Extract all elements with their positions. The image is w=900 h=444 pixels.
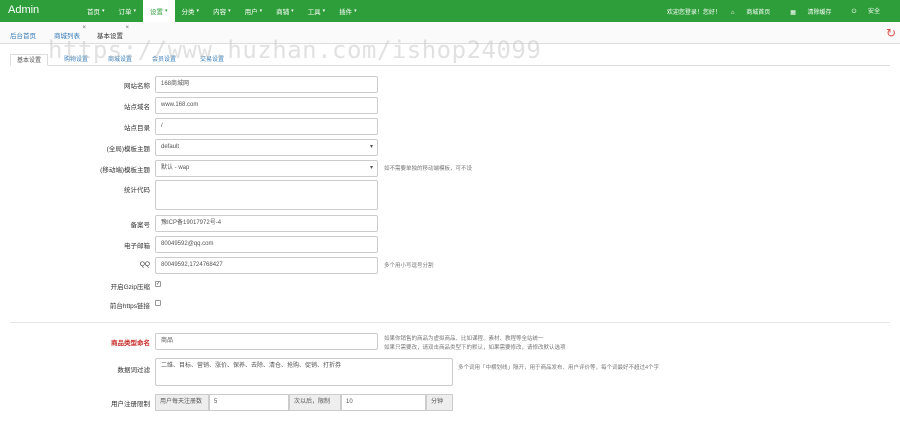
chevron-down-icon: ▾ — [259, 8, 263, 14]
subtab-basic[interactable]: 基本设置 — [10, 54, 49, 66]
register-limit-suffix: 分钟 — [426, 394, 453, 411]
top-right-links: 欢迎您登录！您好！ ⌂ 商城首页 ▦ 清除缓存 ⏻ 安全 — [667, 0, 900, 22]
menu-item-tools[interactable]: 工具 ▾ — [301, 0, 333, 22]
home-icon: ⌂ — [730, 9, 737, 16]
https-checkbox[interactable] — [155, 300, 161, 306]
watermark-text: https://www.huzhan.com/ishop24099 — [48, 36, 542, 64]
refresh-icon[interactable]: ↻ — [886, 26, 896, 40]
domain-label: 站点域名 — [124, 104, 150, 111]
filter-hint: 多个词用「中横划线」隔开，用于商品发布、用户评价等，每个词最好不超过4个字 — [458, 365, 660, 371]
gzip-label: 开启Gzip压缩 — [110, 284, 150, 291]
chevron-down-icon: ▾ — [369, 144, 373, 150]
brand-logo[interactable]: Admin — [8, 4, 39, 16]
chevron-down-icon: ▾ — [102, 8, 105, 14]
mobile-template-label: (移动端)模板主题 — [100, 167, 150, 174]
chevron-down-icon: ▾ — [322, 8, 326, 14]
icp-input[interactable]: 豫ICP备19017972号-4 — [155, 215, 378, 232]
trash-icon: ▦ — [790, 9, 798, 16]
chevron-down-icon: ▾ — [133, 8, 137, 14]
filter-label: 数据词过滤 — [117, 367, 151, 374]
pc-template-label: (全局)模板主题 — [106, 146, 150, 153]
store-home-link[interactable]: ⌂ 商城首页 — [731, 7, 780, 16]
tab-dashboard[interactable]: 后台首页 — [10, 30, 36, 40]
root-dir-input[interactable]: / — [155, 118, 378, 135]
top-navbar: Admin 首页 ▾ 订单 ▾ 设置 ▾ 分类 ▾ 内容 ▾ 用户 ▾ 商铺 ▾ 工具 ▾ 插件… — [0, 0, 900, 22]
email-input[interactable]: 80049592@qq.com — [155, 236, 378, 253]
menu-item-orders[interactable]: 订单 ▾ — [112, 0, 144, 22]
stat-code-label: 统计代码 — [124, 187, 150, 194]
close-icon[interactable]: × — [125, 25, 129, 31]
goods-type-hint-2: 如果只需要改，请双击商品类型下的默认，如果需要修改，请修改默认选项 — [384, 345, 566, 351]
register-limit-middle: 次以后，限制 — [289, 394, 341, 411]
menu-item-settings[interactable]: 设置 ▾ — [143, 0, 175, 22]
menu-item-content[interactable]: 内容 ▾ — [206, 0, 238, 22]
menu-item-users[interactable]: 用户 ▾ — [238, 0, 270, 22]
https-label: 前台https链接 — [109, 303, 150, 310]
power-icon: ⏻ — [851, 9, 858, 15]
goods-type-hint-1: 如果你销售的商品为虚拟商品、比如课程、素材、教程等全站统一 — [384, 336, 544, 342]
goods-type-input[interactable]: 商品 — [155, 333, 378, 350]
gzip-checkbox[interactable]: ✓ — [155, 281, 161, 287]
register-limit-prefix: 用户每天注册数 — [155, 394, 209, 411]
goods-type-label: 商品类型命名 — [111, 340, 150, 347]
register-count-input[interactable]: 5 — [209, 394, 289, 411]
close-icon[interactable]: × — [82, 25, 86, 31]
chevron-down-icon: ▾ — [354, 8, 357, 14]
domain-input[interactable]: www.168.com — [155, 97, 378, 114]
menu-item-category[interactable]: 分类 ▾ — [175, 0, 207, 22]
qq-label: QQ — [139, 261, 150, 268]
chevron-down-icon: ▾ — [291, 8, 294, 14]
stat-code-textarea[interactable] — [155, 180, 378, 210]
register-limit-label: 用户注册限制 — [111, 401, 150, 408]
pc-template-select[interactable]: default ▾ — [155, 139, 378, 156]
chevron-down-icon: ▾ — [165, 8, 168, 14]
root-dir-label: 站点目录 — [124, 125, 150, 132]
filter-textarea[interactable]: 二维、目标、营销、涨价、保养、去除、清仓、抢购、促销、打折券 — [155, 358, 453, 386]
qq-input[interactable]: 80049592,1724768427 — [155, 257, 378, 274]
register-minutes-input[interactable]: 10 — [341, 394, 426, 411]
email-label: 电子邮箱 — [124, 243, 150, 250]
chevron-down-icon: ▾ — [369, 165, 373, 171]
chevron-down-icon: ▾ — [228, 8, 231, 14]
site-name-label: 网站名称 — [124, 83, 150, 90]
menu-item-plugins[interactable]: 插件 ▾ — [332, 0, 364, 22]
main-menu: 首页 ▾ 订单 ▾ 设置 ▾ 分类 ▾ 内容 ▾ 用户 ▾ 商铺 ▾ 工具 ▾ 插件 ▾ — [80, 0, 364, 22]
section-divider — [10, 322, 890, 323]
greeting-text: 欢迎您登录！您好！ — [666, 9, 721, 16]
qq-hint: 多个用小写逗号分割 — [384, 263, 434, 269]
menu-item-shop[interactable]: 商铺 ▾ — [269, 0, 301, 22]
menu-item-home[interactable]: 首页 ▾ — [80, 0, 112, 22]
logout-link[interactable]: ⏻ 安全 — [852, 6, 890, 16]
clear-cache-link[interactable]: ▦ 清除缓存 — [790, 7, 841, 16]
mobile-template-hint: 如不需要单独的移动端模板，可不设 — [384, 166, 473, 172]
mobile-template-select[interactable]: 默认 - wap ▾ — [155, 160, 378, 177]
chevron-down-icon: ▾ — [196, 8, 200, 14]
icp-label: 备案号 — [130, 222, 151, 229]
site-name-input[interactable]: 168商城网 — [155, 76, 378, 93]
